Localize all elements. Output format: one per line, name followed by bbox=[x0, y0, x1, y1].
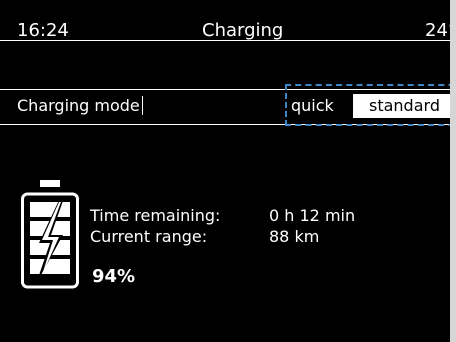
charging-mode-row[interactable]: Charging mode quick standard bbox=[0, 84, 450, 126]
current-range-label: Current range: bbox=[90, 227, 208, 246]
battery-charging-icon bbox=[21, 180, 79, 289]
time-remaining-value: 0 h 12 min bbox=[269, 206, 356, 225]
temperature: 24°C bbox=[425, 20, 450, 41]
status-header: 16:24 Charging 24°C bbox=[0, 0, 450, 41]
charging-mode-label: Charging mode bbox=[17, 96, 143, 115]
time-remaining-label: Time remaining: bbox=[90, 206, 221, 225]
mode-option-quick[interactable]: quick bbox=[291, 96, 334, 115]
page-title: Charging bbox=[202, 20, 284, 41]
mode-option-standard-label: standard bbox=[369, 96, 440, 115]
charging-screen: 16:24 Charging 24°C Charging mode quick … bbox=[0, 0, 450, 342]
current-range-value: 88 km bbox=[269, 227, 320, 246]
charge-percent: 94% bbox=[92, 266, 136, 287]
mode-option-standard[interactable]: standard bbox=[353, 94, 450, 118]
clock: 16:24 bbox=[17, 20, 69, 41]
